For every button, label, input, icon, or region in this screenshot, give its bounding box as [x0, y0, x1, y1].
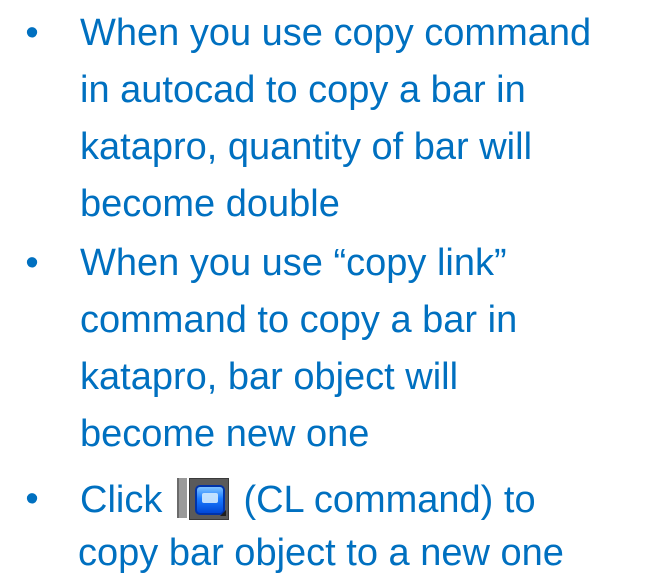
click-label: Click	[80, 479, 163, 521]
bullet-marker: •	[25, 12, 39, 54]
slide: • When you use copy command in autocad t…	[0, 0, 670, 588]
bullet-text-line: become new one	[80, 413, 370, 455]
bullet-text-line: copy bar object to a new one	[78, 532, 564, 574]
cl-command-label: (CL command) to	[243, 479, 536, 521]
bullet-text-line: command to copy a bar in	[80, 299, 518, 341]
bullet-text-line: in autocad to copy a bar in	[80, 69, 526, 111]
icon-button-face	[188, 478, 229, 520]
dropdown-arrow-icon	[219, 510, 226, 516]
bullet-text-line: become double	[80, 183, 340, 225]
icon-grip	[176, 478, 187, 518]
bullet-marker: •	[25, 242, 39, 284]
bullet-text-line: katapro, quantity of bar will	[80, 126, 533, 168]
bullet-marker: •	[25, 478, 39, 520]
bullet-text-line: katapro, bar object will	[80, 356, 459, 398]
copy-link-icon	[176, 476, 229, 520]
bullet-text-line: When you use “copy link”	[80, 242, 507, 284]
bullet-text-line: Click (CL command) to	[80, 476, 536, 523]
bullet-text-line: When you use copy command	[80, 12, 592, 54]
